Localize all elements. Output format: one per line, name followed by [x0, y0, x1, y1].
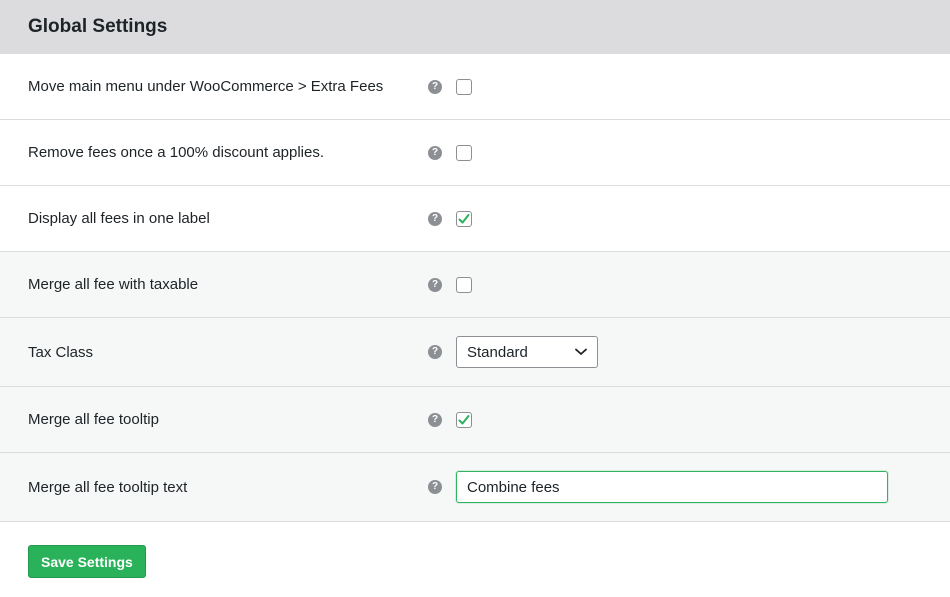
remove-fees-checkbox[interactable]	[456, 144, 472, 161]
setting-label: Tax Class	[28, 343, 94, 361]
setting-label: Move main menu under WooCommerce > Extra…	[28, 78, 384, 95]
merge-tooltip-text-value: Combine fees	[467, 478, 560, 496]
settings-footer: Save Settings	[0, 522, 950, 578]
checkmark-icon	[458, 414, 470, 424]
setting-row-remove-fees: Remove fees once a 100% discount applies…	[0, 120, 950, 186]
settings-table: Move main menu under WooCommerce > Extra…	[0, 54, 950, 522]
setting-label: Merge all fee tooltip text	[28, 478, 188, 496]
page-title: Global Settings	[28, 16, 168, 37]
setting-row-display-one-label: Display all fees in one label ?	[0, 186, 950, 252]
setting-label: Merge all fee with taxable	[28, 276, 199, 293]
help-icon[interactable]: ?	[428, 480, 442, 494]
save-settings-button[interactable]: Save Settings	[28, 545, 146, 578]
merge-tooltip-checkbox[interactable]	[456, 411, 472, 428]
help-icon[interactable]: ?	[428, 79, 442, 94]
help-icon[interactable]: ?	[428, 211, 442, 226]
settings-header: Global Settings	[0, 0, 950, 54]
setting-label: Display all fees in one label	[28, 210, 210, 227]
setting-row-tax-class: Tax Class ? Standard	[0, 318, 950, 387]
tax-class-select[interactable]: Standard	[456, 336, 598, 368]
setting-label: Merge all fee tooltip	[28, 411, 159, 428]
chevron-down-icon	[575, 348, 587, 355]
move-main-menu-checkbox[interactable]	[456, 78, 472, 95]
setting-row-merge-tooltip-text: Merge all fee tooltip text ? Combine fee…	[0, 453, 950, 522]
merge-tooltip-text-input[interactable]: Combine fees	[456, 471, 888, 503]
help-icon[interactable]: ?	[428, 145, 442, 160]
setting-row-merge-tooltip: Merge all fee tooltip ?	[0, 387, 950, 453]
setting-label: Remove fees once a 100% discount applies…	[28, 144, 325, 161]
help-icon[interactable]: ?	[428, 345, 442, 359]
tax-class-value: Standard	[467, 343, 528, 361]
display-one-label-checkbox[interactable]	[456, 210, 472, 227]
merge-taxable-checkbox[interactable]	[456, 276, 472, 293]
setting-row-move-main-menu: Move main menu under WooCommerce > Extra…	[0, 54, 950, 120]
help-icon[interactable]: ?	[428, 277, 442, 292]
help-icon[interactable]: ?	[428, 412, 442, 427]
setting-row-merge-taxable: Merge all fee with taxable ?	[0, 252, 950, 318]
checkmark-icon	[458, 213, 470, 223]
